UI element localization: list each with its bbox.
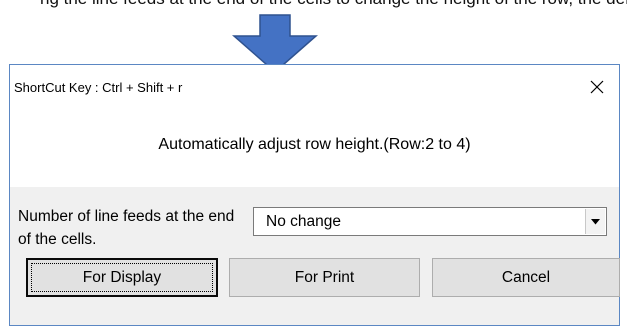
dialog-title: ShortCut Key : Ctrl + Shift + r <box>14 80 183 95</box>
title-bar[interactable]: ShortCut Key : Ctrl + Shift + r <box>10 65 619 116</box>
for-display-label: For Display <box>82 268 162 286</box>
message-area: Automatically adjust row height.(Row:2 t… <box>10 116 619 187</box>
caption-text: ng the line feeds at the end of the cell… <box>40 0 627 9</box>
close-button[interactable] <box>583 73 611 101</box>
page: ng the line feeds at the end of the cell… <box>0 0 627 331</box>
dialog-window: ShortCut Key : Ctrl + Shift + r Automati… <box>9 64 620 326</box>
for-display-button[interactable]: For Display <box>26 258 218 297</box>
for-print-button[interactable]: For Print <box>229 258 420 297</box>
line-feed-label: Number of line feeds at the end of the c… <box>18 208 235 248</box>
line-feed-dropdown[interactable]: No change <box>253 207 607 236</box>
line-feed-selected-value: No change <box>266 213 341 230</box>
close-icon <box>590 80 604 94</box>
cancel-label: Cancel <box>501 268 551 286</box>
for-print-label: For Print <box>294 268 355 286</box>
dialog-message: Automatically adjust row height.(Row:2 t… <box>158 136 471 153</box>
dropdown-toggle[interactable] <box>585 209 605 234</box>
dropdown-arrow-icon <box>591 218 600 224</box>
cancel-button[interactable]: Cancel <box>432 258 620 297</box>
